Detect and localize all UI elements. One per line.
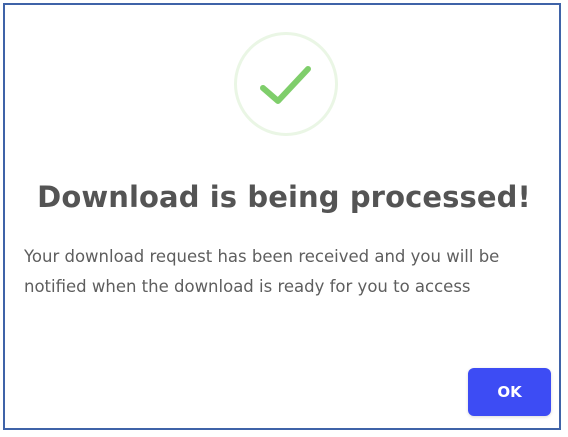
checkmark-icon — [260, 66, 311, 104]
ok-button[interactable]: OK — [468, 368, 551, 416]
dialog-title: Download is being processed! — [37, 180, 531, 214]
success-icon-circle — [234, 32, 338, 136]
dialog-message: Your download request has been received … — [24, 247, 500, 296]
